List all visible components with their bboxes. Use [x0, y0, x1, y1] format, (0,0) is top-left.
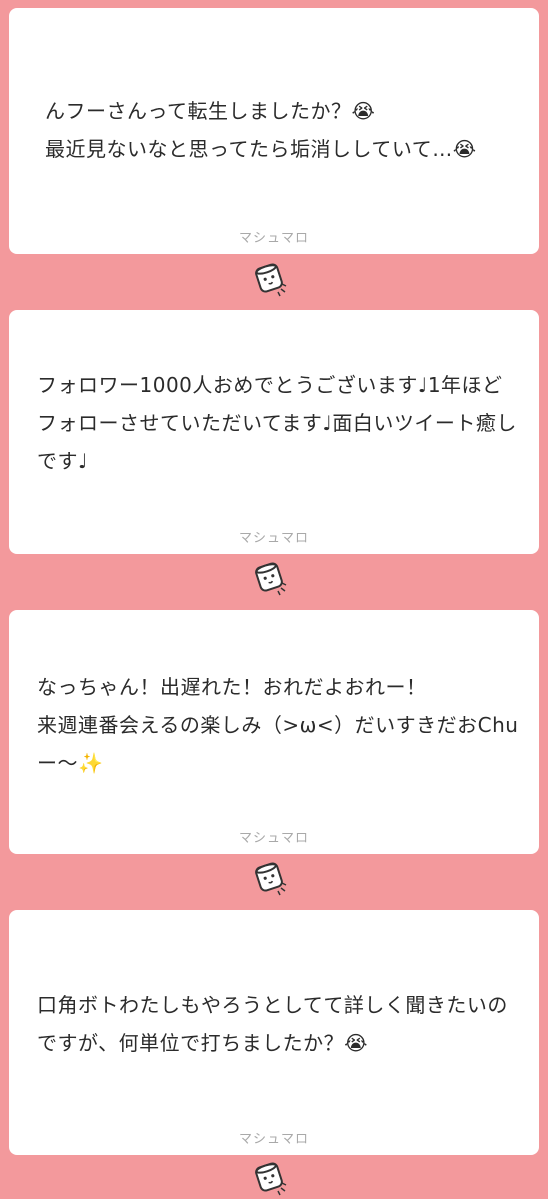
message-text: 口角ボトわたしもやろうとしてて詳しく聞きたいのですが、何単位で打ちましたか？😭 [37, 993, 508, 1055]
message-card[interactable]: フォロワー1000人おめでとうございます♩1年ほどフォローさせていただいてます♩… [9, 310, 539, 554]
message-text: んフーさんって転生しましたか？😭 最近見ないなと思ってたら垢消ししていて…😭 [45, 99, 477, 161]
card-footer-label: マシュマロ [238, 531, 309, 546]
marshmallow-mascot-icon [255, 562, 287, 596]
card-footer-label: マシュマロ [238, 1132, 309, 1147]
marshmallow-mascot-icon [255, 263, 287, 297]
marshmallow-mascot-icon [255, 1162, 287, 1196]
marshmallow-mascot-icon [255, 862, 287, 896]
message-card[interactable]: んフーさんって転生しましたか？😭 最近見ないなと思ってたら垢消ししていて…😭 マ… [9, 8, 539, 254]
message-card[interactable]: 口角ボトわたしもやろうとしてて詳しく聞きたいのですが、何単位で打ちましたか？😭 … [9, 910, 539, 1155]
message-text: なっちゃん！出遅れた！おれだよおれー！ 来週連番会えるの楽しみ（>ω<）だいすき… [37, 675, 519, 775]
card-footer-label: マシュマロ [238, 231, 309, 246]
message-card[interactable]: なっちゃん！出遅れた！おれだよおれー！ 来週連番会えるの楽しみ（>ω<）だいすき… [9, 610, 539, 854]
message-text: フォロワー1000人おめでとうございます♩1年ほどフォローさせていただいてます♩… [37, 373, 517, 473]
card-footer-label: マシュマロ [238, 831, 309, 846]
